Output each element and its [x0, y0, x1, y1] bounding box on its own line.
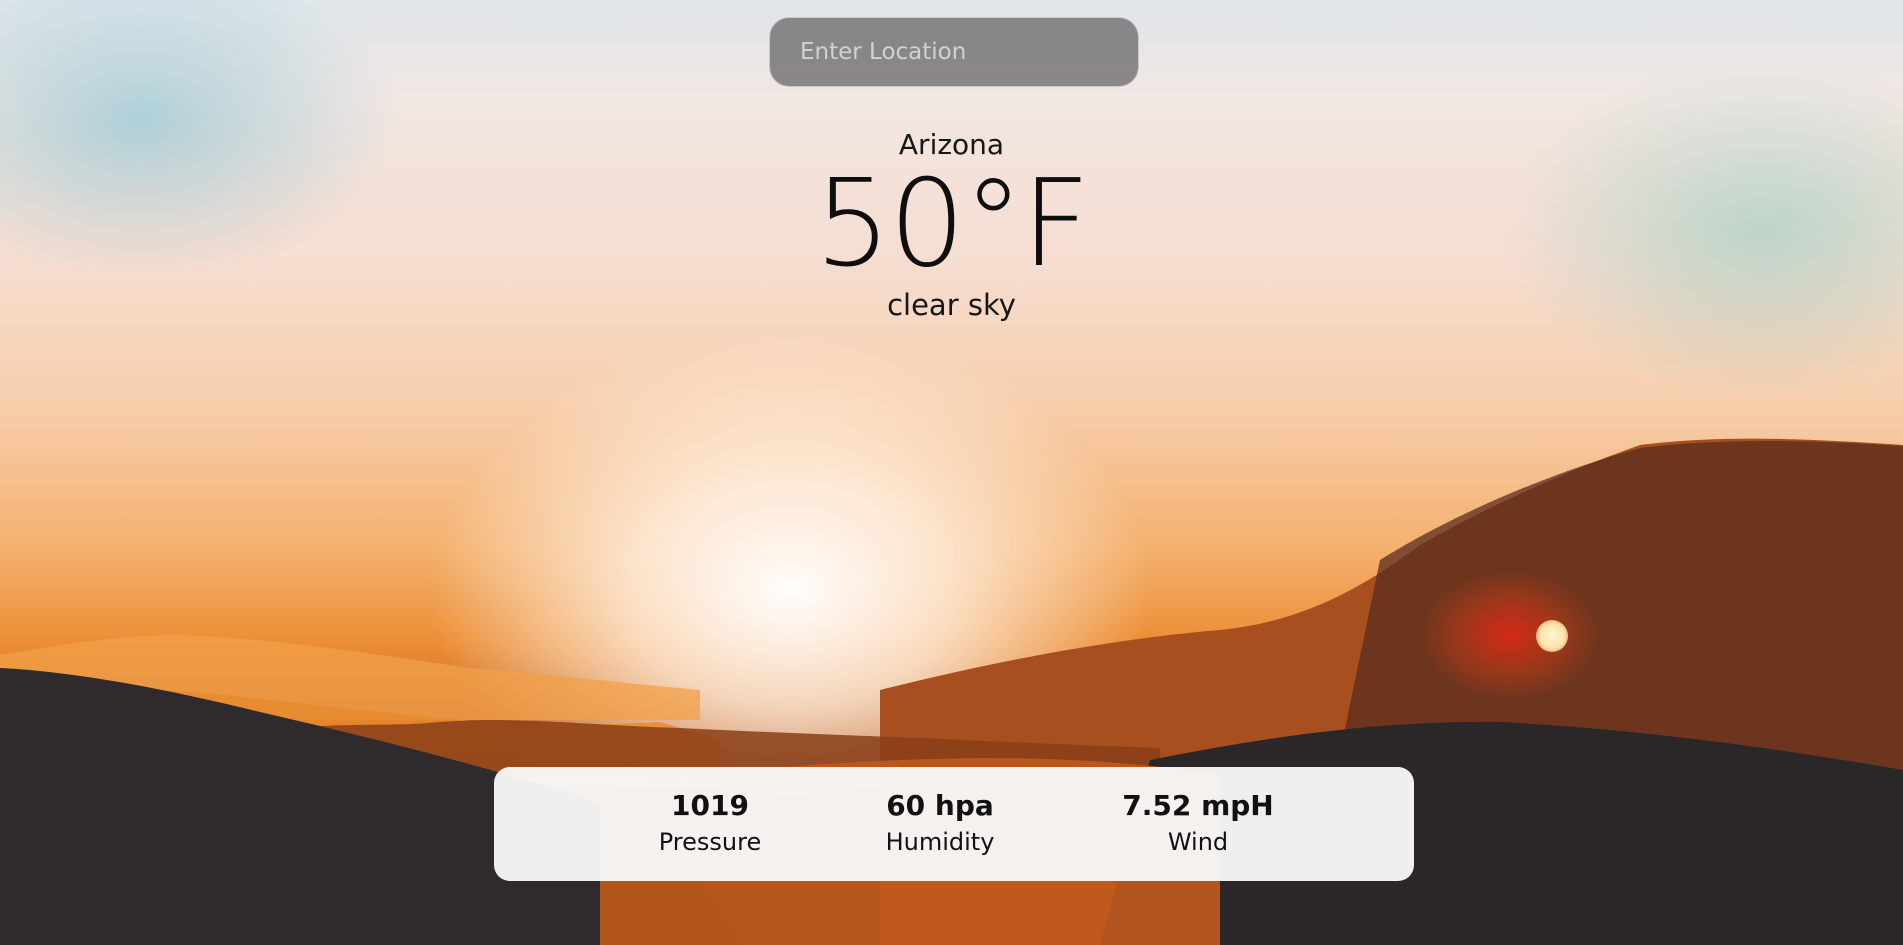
pressure-label: Pressure: [658, 828, 762, 856]
lens-flare: [1420, 570, 1600, 700]
weather-stats-card: 1019 Pressure 60 hpa Humidity 7.52 mpH W…: [494, 767, 1414, 881]
humidity-value: 60 hpa: [886, 789, 994, 822]
pressure-stat: 1019 Pressure: [630, 789, 790, 859]
temperature-value: 50°F: [814, 155, 1091, 294]
wind-value: 7.52 mpH: [1122, 789, 1274, 822]
humidity-stat: 60 hpa Humidity: [850, 789, 1030, 859]
wind-label: Wind: [1167, 828, 1229, 856]
humidity-label: Humidity: [885, 828, 995, 856]
location-search-input[interactable]: [769, 17, 1139, 87]
weather-description: clear sky: [887, 288, 1016, 322]
weather-app-background: Arizona 50°F clear sky 1019 Pressure 60 …: [0, 0, 1903, 945]
pressure-value: 1019: [671, 789, 749, 822]
lens-flare-dot: [1536, 620, 1568, 652]
wind-stat: 7.52 mpH Wind: [1098, 789, 1298, 859]
